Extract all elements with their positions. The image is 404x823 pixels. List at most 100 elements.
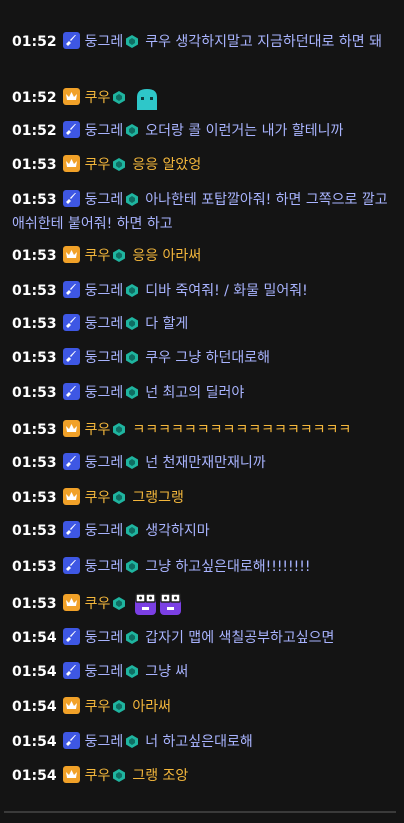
username[interactable]: 쿠우: [85, 768, 111, 784]
username[interactable]: 쿠우: [85, 90, 111, 106]
message-timestamp: 01:53: [12, 192, 57, 208]
username[interactable]: 둥그레: [85, 350, 124, 366]
message-timestamp: 01:53: [12, 523, 57, 539]
username[interactable]: 쿠우: [85, 490, 111, 506]
sword-icon: [62, 521, 80, 538]
chat-message: 01:53 둥그레 넌 최고의 딜러야: [12, 382, 394, 406]
message-timestamp: 01:54: [12, 630, 57, 646]
chat-message: 01:53 쿠우 ㅋㅋㅋㅋㅋㅋㅋㅋㅋㅋㅋㅋㅋㅋㅋㅋㅋ: [12, 419, 394, 443]
chat-message: 01:54 둥그레 너 하고싶은대로해: [12, 731, 394, 755]
username[interactable]: 둥그레: [85, 283, 124, 299]
sword-icon: [62, 383, 80, 400]
message-text: 응응 아라써: [132, 248, 202, 264]
chat-message: 01:52 둥그레 쿠우 생각하지말고 지금하던대로 하면 돼: [12, 31, 394, 55]
chat-message: 01:54 둥그레 그냥 써: [12, 661, 394, 685]
message-timestamp: 01:54: [12, 768, 57, 784]
message-text: 그냥 하고싶은대로해!!!!!!!!: [145, 559, 311, 575]
gem-icon: [113, 767, 126, 789]
message-text: 디바 죽여줘! / 화물 밀어줘!: [145, 283, 308, 299]
message-timestamp: 01:53: [12, 157, 57, 173]
crown-icon: [62, 594, 80, 611]
message-timestamp: 01:53: [12, 350, 57, 366]
message-timestamp: 01:53: [12, 283, 57, 299]
sword-icon: [62, 32, 80, 49]
username[interactable]: 둥그레: [85, 630, 124, 646]
gem-icon: [126, 454, 139, 476]
message-text: 다 할게: [145, 316, 189, 332]
chat-message: 01:53 둥그레 아나한테 포탑깔아줘! 하면 그쪽으로 깔고 애쉬한테 붙어줘!…: [12, 189, 394, 235]
message-text: 너 하고싶은대로해: [145, 734, 253, 750]
message-text: 응응 알았엉: [132, 157, 202, 173]
message-text: 그랭 조앙: [132, 768, 189, 784]
gem-icon: [113, 421, 126, 443]
gem-icon: [113, 595, 126, 617]
crown-icon: [62, 88, 80, 105]
gem-icon: [126, 33, 139, 55]
sword-icon: [62, 121, 80, 138]
sword-icon: [62, 281, 80, 298]
message-text: 아라써: [132, 699, 171, 715]
username[interactable]: 둥그레: [85, 123, 124, 139]
message-text: 그랭그랭: [132, 490, 184, 506]
gem-icon: [126, 629, 139, 651]
gem-icon: [126, 384, 139, 406]
chat-message: 01:53 둥그레 쿠우 그냥 하던대로해: [12, 347, 394, 371]
sword-icon: [62, 557, 80, 574]
crown-icon: [62, 155, 80, 172]
sword-icon: [62, 348, 80, 365]
chat-message: 01:53 쿠우 그랭그랭: [12, 487, 394, 511]
message-timestamp: 01:54: [12, 664, 57, 680]
username[interactable]: 둥그레: [85, 455, 124, 471]
username[interactable]: 쿠우: [85, 248, 111, 264]
message-text: 그냥 써: [145, 664, 189, 680]
message-text: 넌 천재만재만재니까: [145, 455, 266, 471]
sword-icon: [62, 662, 80, 679]
username[interactable]: 쿠우: [85, 699, 111, 715]
ghost-emote: [134, 88, 160, 117]
username[interactable]: 둥그레: [85, 192, 124, 208]
gem-icon: [113, 89, 126, 111]
message-timestamp: 01:53: [12, 490, 57, 506]
gem-icon: [126, 191, 139, 213]
crown-icon: [62, 697, 80, 714]
chat-message: 01:54 쿠우 그랭 조앙: [12, 765, 394, 789]
chat-message: 01:54 둥그레 갑자기 맵에 색칠공부하고싶으면: [12, 627, 394, 651]
username[interactable]: 둥그레: [85, 734, 124, 750]
chat-log: 01:52 둥그레 쿠우 생각하지말고 지금하던대로 하면 돼 01:52 쿠우 01:5…: [0, 0, 404, 823]
message-text: ㅋㅋㅋㅋㅋㅋㅋㅋㅋㅋㅋㅋㅋㅋㅋㅋㅋ: [132, 422, 352, 438]
username[interactable]: 쿠우: [85, 422, 111, 438]
username[interactable]: 둥그레: [85, 316, 124, 332]
username[interactable]: 둥그레: [85, 34, 124, 50]
message-timestamp: 01:53: [12, 385, 57, 401]
gem-icon: [126, 122, 139, 144]
username[interactable]: 둥그레: [85, 664, 124, 680]
message-text: 오더랑 콜 이런거는 내가 할테니까: [145, 123, 344, 139]
username[interactable]: 쿠우: [85, 157, 111, 173]
message-timestamp: 01:53: [12, 248, 57, 264]
sword-icon: [62, 190, 80, 207]
message-text: 쿠우 그냥 하던대로해: [145, 350, 271, 366]
chat-message: 01:53 둥그레 생각하지마: [12, 520, 394, 544]
gem-icon: [126, 349, 139, 371]
message-text: 넌 최고의 딜러야: [145, 385, 245, 401]
chat-message: 01:52 둥그레 오더랑 콜 이런거는 내가 할테니까: [12, 120, 394, 144]
username[interactable]: 둥그레: [85, 559, 124, 575]
chat-message: 01:53 둥그레 디바 죽여줘! / 화물 밀어줘!: [12, 280, 394, 304]
message-timestamp: 01:52: [12, 123, 57, 139]
message-text: 갑자기 맵에 색칠공부하고싶으면: [145, 630, 335, 646]
message-timestamp: 01:53: [12, 559, 57, 575]
username[interactable]: 둥그레: [85, 523, 124, 539]
message-timestamp: 01:52: [12, 34, 57, 50]
username[interactable]: 쿠우: [85, 596, 111, 612]
chat-message: 01:52 쿠우: [12, 87, 394, 117]
chat-message: 01:53 쿠우: [12, 592, 394, 623]
crown-icon: [62, 246, 80, 263]
chat-divider: [4, 811, 396, 813]
message-text: 생각하지마: [145, 523, 210, 539]
gem-icon: [126, 733, 139, 755]
gem-icon: [113, 156, 126, 178]
message-timestamp: 01:54: [12, 699, 57, 715]
gem-icon: [126, 522, 139, 544]
chat-message: 01:53 둥그레 넌 천재만재만재니까: [12, 452, 394, 476]
username[interactable]: 둥그레: [85, 385, 124, 401]
